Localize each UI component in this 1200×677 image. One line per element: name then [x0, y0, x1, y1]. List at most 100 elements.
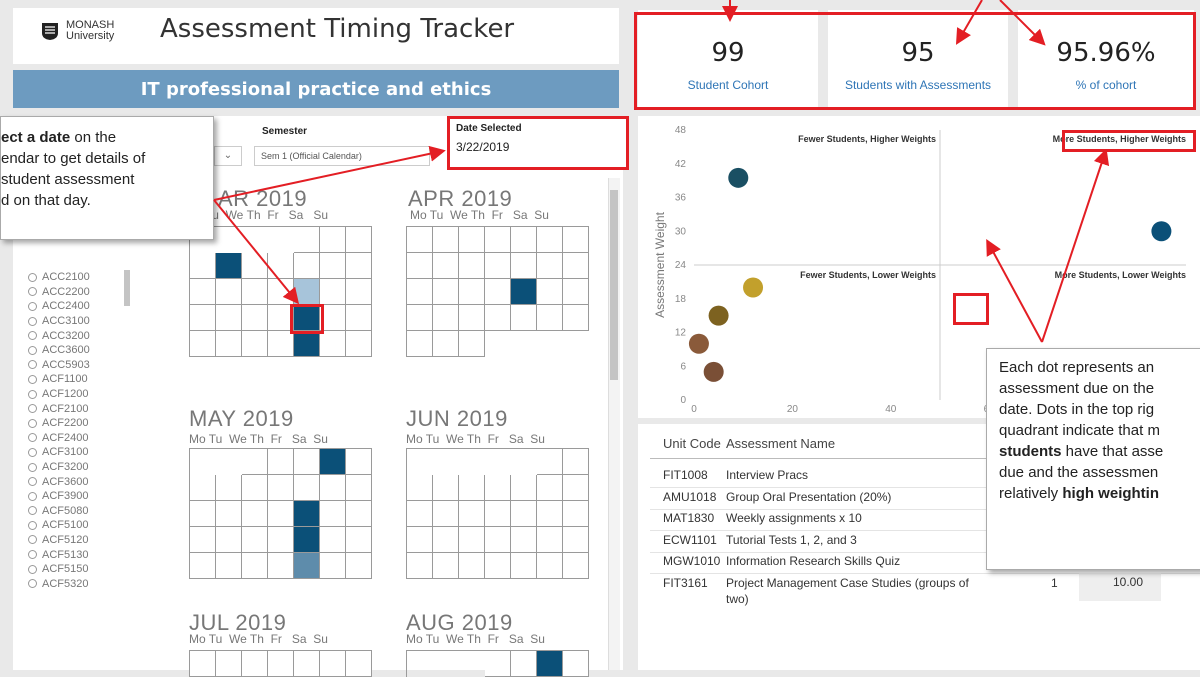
- unit-list-item[interactable]: ACF5130: [28, 547, 90, 562]
- calendar-day-cell[interactable]: [268, 553, 294, 579]
- calendar-day-cell[interactable]: [563, 553, 589, 579]
- unit-list-item[interactable]: ACF5150: [28, 562, 90, 577]
- calendar-day-cell[interactable]: [242, 553, 268, 579]
- calendar-aug[interactable]: [406, 650, 589, 677]
- calendar-day-cell[interactable]: [511, 501, 537, 527]
- radio-icon[interactable]: [28, 564, 37, 574]
- calendar-day-cell[interactable]: [511, 279, 537, 305]
- calendar-day-cell[interactable]: [485, 227, 511, 253]
- calendar-day-cell[interactable]: [537, 553, 563, 579]
- calendar-day-cell[interactable]: [563, 475, 589, 501]
- unit-list-item[interactable]: ACC2400: [28, 299, 90, 314]
- radio-icon[interactable]: [28, 272, 37, 282]
- calendar-day-cell[interactable]: [216, 501, 242, 527]
- radio-icon[interactable]: [28, 535, 37, 545]
- unit-list-item[interactable]: ACF1100: [28, 372, 90, 387]
- calendar-day-cell[interactable]: [485, 305, 511, 331]
- calendar-day-cell[interactable]: [563, 651, 589, 677]
- calendar-day-cell[interactable]: [346, 651, 372, 677]
- data-point[interactable]: [728, 167, 749, 188]
- calendar-day-cell[interactable]: [537, 527, 563, 553]
- calendar-day-cell[interactable]: [242, 527, 268, 553]
- calendar-day-cell[interactable]: [459, 253, 485, 279]
- calendar-day-cell[interactable]: [190, 651, 216, 677]
- calendar-jul[interactable]: [189, 650, 372, 677]
- calendar-day-cell[interactable]: [563, 449, 589, 475]
- radio-icon[interactable]: [28, 345, 37, 355]
- col-header-unit-code[interactable]: Unit Code: [663, 436, 721, 451]
- radio-icon[interactable]: [28, 433, 37, 443]
- calendar-day-cell[interactable]: [268, 501, 294, 527]
- radio-icon[interactable]: [28, 331, 37, 341]
- calendar-day-cell[interactable]: [268, 449, 294, 475]
- radio-icon[interactable]: [28, 287, 37, 297]
- calendar-day-cell[interactable]: [190, 501, 216, 527]
- calendar-day-cell[interactable]: [190, 475, 216, 501]
- calendar-day-cell[interactable]: [485, 279, 511, 305]
- calendar-day-cell[interactable]: [485, 553, 511, 579]
- calendar-day-cell[interactable]: [320, 501, 346, 527]
- calendar-day-cell[interactable]: [511, 253, 537, 279]
- data-point[interactable]: [743, 277, 764, 298]
- data-point[interactable]: [688, 333, 709, 354]
- calendar-day-cell[interactable]: [407, 527, 433, 553]
- calendar-day-cell[interactable]: [537, 501, 563, 527]
- calendar-day-cell[interactable]: [294, 501, 320, 527]
- calendar-day-cell[interactable]: [320, 449, 346, 475]
- calendar-day-cell[interactable]: [563, 501, 589, 527]
- calendar-day-cell[interactable]: [190, 553, 216, 579]
- radio-icon[interactable]: [28, 404, 37, 414]
- unit-list-item[interactable]: ACF3600: [28, 474, 90, 489]
- calendar-day-cell[interactable]: [537, 449, 563, 475]
- calendar-day-cell[interactable]: [511, 651, 537, 677]
- unit-list-item[interactable]: ACF5120: [28, 533, 90, 548]
- unit-list-item[interactable]: ACF2200: [28, 416, 90, 431]
- calendar-day-cell[interactable]: [407, 501, 433, 527]
- calendar-day-cell[interactable]: [459, 553, 485, 579]
- calendar-day-cell[interactable]: [346, 501, 372, 527]
- calendar-day-cell[interactable]: [268, 475, 294, 501]
- unit-list-item[interactable]: ACC5903: [28, 358, 90, 373]
- unit-list-item[interactable]: ACF3100: [28, 445, 90, 460]
- unit-list-item[interactable]: ACC2200: [28, 285, 90, 300]
- radio-icon[interactable]: [28, 301, 37, 311]
- radio-icon[interactable]: [28, 550, 37, 560]
- calendar-day-cell[interactable]: [294, 553, 320, 579]
- unit-list-item[interactable]: ACC3600: [28, 343, 90, 358]
- calendar-day-cell[interactable]: [242, 651, 268, 677]
- calendar-day-cell[interactable]: [346, 449, 372, 475]
- calendar-day-cell[interactable]: [320, 553, 346, 579]
- calendar-day-cell[interactable]: [320, 527, 346, 553]
- calendar-day-cell[interactable]: [563, 305, 589, 331]
- calendar-day-cell[interactable]: [346, 475, 372, 501]
- radio-icon[interactable]: [28, 491, 37, 501]
- unit-list-item[interactable]: ACF5320: [28, 576, 90, 591]
- calendar-day-cell[interactable]: [242, 475, 268, 501]
- calendar-day-cell[interactable]: [242, 501, 268, 527]
- radio-icon[interactable]: [28, 447, 37, 457]
- data-point[interactable]: [708, 305, 729, 326]
- calendar-day-cell[interactable]: [563, 279, 589, 305]
- calendar-may[interactable]: [189, 448, 372, 579]
- unit-list-item[interactable]: ACF2100: [28, 401, 90, 416]
- calendar-day-cell[interactable]: [537, 227, 563, 253]
- calendar-day-cell[interactable]: [537, 475, 563, 501]
- calendar-day-cell[interactable]: [459, 305, 485, 331]
- calendar-day-cell[interactable]: [459, 501, 485, 527]
- calendar-day-cell[interactable]: [485, 253, 511, 279]
- calendar-day-cell[interactable]: [511, 227, 537, 253]
- calendar-day-cell[interactable]: [459, 527, 485, 553]
- calendar-day-cell[interactable]: [294, 651, 320, 677]
- radio-icon[interactable]: [28, 418, 37, 428]
- calendar-day-cell[interactable]: [294, 527, 320, 553]
- calendar-day-cell[interactable]: [216, 651, 242, 677]
- calendar-day-cell[interactable]: [320, 651, 346, 677]
- calendar-day-cell[interactable]: [459, 227, 485, 253]
- radio-icon[interactable]: [28, 316, 37, 326]
- calendar-day-cell[interactable]: [511, 553, 537, 579]
- calendar-day-cell[interactable]: [242, 449, 268, 475]
- radio-icon[interactable]: [28, 360, 37, 370]
- calendar-day-cell[interactable]: [511, 305, 537, 331]
- list-scrollbar[interactable]: [124, 270, 130, 306]
- calendar-day-cell[interactable]: [485, 475, 511, 501]
